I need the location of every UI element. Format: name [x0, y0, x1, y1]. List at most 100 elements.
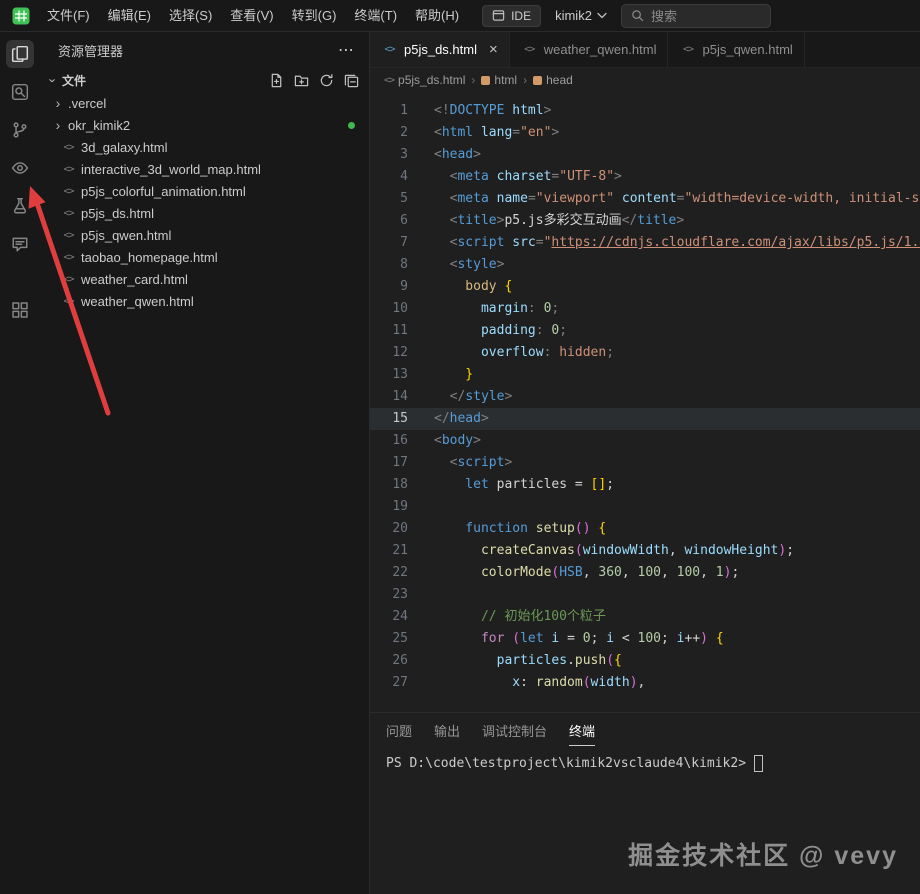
file-item[interactable]: <>3d_galaxy.html [40, 136, 369, 158]
section-header-files[interactable]: › 文件 [40, 68, 369, 92]
code-line[interactable]: 22 colorMode(HSB, 360, 100, 100, 1); [370, 562, 920, 584]
code-editor[interactable]: 1<!DOCTYPE html>2<html lang="en">3<head>… [370, 92, 920, 712]
code-token: let [520, 631, 543, 646]
code-line[interactable]: 14 </style> [370, 386, 920, 408]
code-line[interactable]: 19 [370, 496, 920, 518]
extensions-icon[interactable] [6, 296, 34, 324]
menu-item[interactable]: 编辑(E) [99, 0, 160, 32]
new-file-icon[interactable] [269, 73, 284, 88]
explorer-icon[interactable] [6, 40, 34, 68]
menu-item[interactable]: 终端(T) [345, 0, 406, 32]
code-token: p5.js多彩交互动画 [504, 213, 621, 228]
code-token: = [677, 191, 685, 206]
search-input[interactable]: 搜索 [621, 4, 771, 28]
code-token: colorMode [434, 565, 551, 580]
code-token: ; [786, 543, 794, 558]
code-line[interactable]: 9 body { [370, 276, 920, 298]
tab-p5js_ds.html[interactable]: <>p5js_ds.html× [370, 32, 510, 67]
code-token: hidden [551, 345, 606, 360]
code-token: script [457, 455, 504, 470]
menu-item[interactable]: 帮助(H) [406, 0, 468, 32]
window-icon [492, 9, 505, 22]
more-actions-icon[interactable]: ⋯ [338, 40, 355, 60]
file-item[interactable]: <>p5js_qwen.html [40, 224, 369, 246]
tab-weather_qwen.html[interactable]: <>weather_qwen.html [510, 32, 669, 67]
code-token: > [473, 147, 481, 162]
terminal-cursor [754, 755, 763, 772]
file-item[interactable]: <>p5js_colorful_animation.html [40, 180, 369, 202]
breadcrumb-item[interactable]: html [481, 73, 517, 87]
line-number: 16 [370, 430, 408, 452]
line-number: 4 [370, 166, 408, 188]
code-line[interactable]: 23 [370, 584, 920, 606]
code-line[interactable]: 13 } [370, 364, 920, 386]
refresh-icon[interactable] [319, 73, 334, 88]
collapse-all-icon[interactable] [344, 73, 359, 88]
line-number: 11 [370, 320, 408, 342]
code-file-icon: <> [60, 164, 77, 175]
code-line[interactable]: 24 // 初始化100个粒子 [370, 606, 920, 628]
code-token [583, 477, 591, 492]
tab-p5js_qwen.html[interactable]: <>p5js_qwen.html [668, 32, 804, 67]
code-line[interactable]: 7 <script src="https://cdnjs.cloudflare.… [370, 232, 920, 254]
breadcrumb-item[interactable]: <>p5js_ds.html [384, 73, 465, 87]
code-line[interactable]: 12 overflow: hidden; [370, 342, 920, 364]
code-line[interactable]: 25 for (let i = 0; i < 100; i++) { [370, 628, 920, 650]
code-file-icon: <> [381, 44, 398, 55]
code-token: html [504, 103, 543, 118]
file-item[interactable]: <>weather_card.html [40, 268, 369, 290]
file-item[interactable]: <>p5js_ds.html [40, 202, 369, 224]
folder-item[interactable]: ›.vercel [40, 92, 369, 114]
code-token: > [504, 455, 512, 470]
section-label: 文件 [62, 72, 86, 89]
search-sidebar-icon[interactable] [6, 78, 34, 106]
comments-icon[interactable] [6, 230, 34, 258]
code-line[interactable]: 27 x: random(width), [370, 672, 920, 694]
chevron-separator-icon: › [523, 73, 527, 87]
panel-tab-调试控制台[interactable]: 调试控制台 [482, 715, 547, 745]
code-line[interactable]: 1<!DOCTYPE html> [370, 100, 920, 122]
source-control-icon[interactable] [6, 116, 34, 144]
code-text: let particles = []; [408, 474, 614, 496]
file-name: weather_qwen.html [81, 294, 194, 309]
code-line[interactable]: 3<head> [370, 144, 920, 166]
file-item[interactable]: <>taobao_homepage.html [40, 246, 369, 268]
code-line[interactable]: 10 margin: 0; [370, 298, 920, 320]
code-line[interactable]: 21 createCanvas(windowWidth, windowHeigh… [370, 540, 920, 562]
code-token: 100 [630, 631, 661, 646]
breadcrumb-item[interactable]: head [533, 73, 573, 87]
code-line[interactable]: 17 <script> [370, 452, 920, 474]
preview-icon[interactable] [6, 154, 34, 182]
code-line[interactable]: 2<html lang="en"> [370, 122, 920, 144]
code-line[interactable]: 20 function setup() { [370, 518, 920, 540]
code-line[interactable]: 18 let particles = []; [370, 474, 920, 496]
workbench-body: 资源管理器 ⋯ › 文件 ›.vercel›okr_kimik2<>3d_gal… [0, 32, 920, 894]
menu-item[interactable]: 转到(G) [283, 0, 346, 32]
new-folder-icon[interactable] [294, 73, 309, 88]
menu-item[interactable]: 查看(V) [221, 0, 282, 32]
debug-icon[interactable] [6, 192, 34, 220]
folder-item[interactable]: ›okr_kimik2 [40, 114, 369, 136]
panel-tab-问题[interactable]: 问题 [386, 715, 412, 745]
project-selector[interactable]: kimik2 [555, 8, 607, 23]
close-icon[interactable]: × [489, 42, 498, 57]
file-item[interactable]: <>interactive_3d_world_map.html [40, 158, 369, 180]
code-line[interactable]: 16<body> [370, 430, 920, 452]
menu-item[interactable]: 文件(F) [38, 0, 99, 32]
code-line[interactable]: 6 <title>p5.js多彩交互动画</title> [370, 210, 920, 232]
code-line[interactable]: 4 <meta charset="UTF-8"> [370, 166, 920, 188]
code-text: particles.push({ [408, 650, 622, 672]
menu-item[interactable]: 选择(S) [160, 0, 221, 32]
code-line[interactable]: 8 <style> [370, 254, 920, 276]
code-line[interactable]: 11 padding: 0; [370, 320, 920, 342]
code-line[interactable]: 15</head> [370, 408, 920, 430]
code-line[interactable]: 5 <meta name="viewport" content="width=d… [370, 188, 920, 210]
code-token: ( [512, 631, 520, 646]
ide-badge[interactable]: IDE [482, 5, 541, 27]
panel-tab-终端[interactable]: 终端 [569, 715, 595, 746]
panel-tab-输出[interactable]: 输出 [434, 715, 460, 745]
code-file-icon: <> [60, 274, 77, 285]
terminal[interactable]: PS D:\code\testproject\kimik2vsclaude4\k… [370, 747, 920, 772]
code-line[interactable]: 26 particles.push({ [370, 650, 920, 672]
file-item[interactable]: <>weather_qwen.html [40, 290, 369, 312]
